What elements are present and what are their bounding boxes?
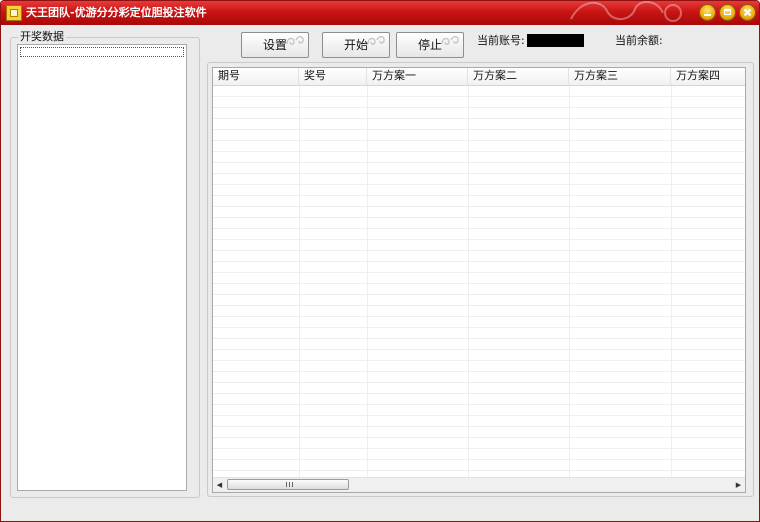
grid-body[interactable] — [213, 86, 745, 478]
column-header-plan-4[interactable]: 万方案四 — [671, 68, 745, 85]
draw-data-group-label: 开奖数据 — [18, 30, 66, 44]
current-balance-label: 当前余额: — [615, 34, 663, 47]
horizontal-scrollbar[interactable]: ◀ ▶ — [213, 477, 745, 492]
maximize-button[interactable] — [719, 4, 736, 21]
stop-button-label: 停止 — [417, 38, 442, 52]
column-divider — [299, 86, 300, 478]
settings-button[interactable]: 设置 — [241, 32, 309, 58]
start-button[interactable]: 开始 — [322, 32, 390, 58]
close-button[interactable] — [739, 4, 756, 21]
list-focus-item[interactable] — [20, 47, 184, 57]
column-divider — [569, 86, 570, 478]
button-swirl-decoration — [286, 36, 304, 45]
title-bar[interactable]: 天王团队-优游分分彩定位胆投注软件 — [1, 1, 759, 25]
current-account-label: 当前账号: — [477, 34, 525, 47]
column-header-plan-3[interactable]: 万方案三 — [569, 68, 671, 85]
column-header-issue[interactable]: 期号 — [213, 68, 299, 85]
stop-button[interactable]: 停止 — [396, 32, 464, 58]
scroll-left-icon[interactable]: ◀ — [213, 479, 226, 491]
window-title: 天王团队-优游分分彩定位胆投注软件 — [26, 6, 207, 19]
grip-icon — [286, 482, 293, 487]
column-divider — [367, 86, 368, 478]
app-icon — [6, 5, 22, 21]
column-header-draw-number[interactable]: 奖号 — [299, 68, 367, 85]
main-window: 天王团队-优游分分彩定位胆投注软件 开奖数据 设置 开始 停止 当前账号: 当前… — [0, 0, 760, 522]
settings-button-label: 设置 — [262, 38, 287, 52]
account-value-redacted — [527, 34, 584, 47]
draw-data-list[interactable] — [17, 44, 187, 491]
grid-header: 期号 奖号 万方案一 万方案二 万方案三 万方案四 — [213, 68, 745, 86]
column-header-plan-2[interactable]: 万方案二 — [468, 68, 569, 85]
minimize-icon — [704, 14, 711, 16]
button-swirl-decoration — [441, 36, 459, 45]
column-divider — [671, 86, 672, 478]
start-button-label: 开始 — [343, 38, 368, 52]
scroll-thumb[interactable] — [227, 479, 349, 490]
column-header-plan-1[interactable]: 万方案一 — [367, 68, 468, 85]
button-swirl-decoration — [367, 36, 385, 45]
results-grid[interactable]: 期号 奖号 万方案一 万方案二 万方案三 万方案四 ◀ ▶ — [212, 67, 746, 493]
maximize-icon — [724, 9, 731, 15]
scroll-right-icon[interactable]: ▶ — [732, 479, 745, 491]
close-icon — [743, 8, 752, 17]
title-decoration — [570, 1, 682, 22]
minimize-button[interactable] — [699, 4, 716, 21]
column-divider — [468, 86, 469, 478]
